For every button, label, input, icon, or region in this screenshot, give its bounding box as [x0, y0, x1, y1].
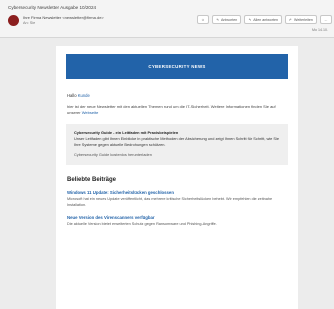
more-label: ...: [324, 17, 328, 22]
newsletter-banner[interactable]: CYBERSECURITY NEWS: [66, 54, 288, 79]
mail-header: Cybersecurity Newsletter Ausgabe 10/2024…: [0, 0, 334, 38]
greeting-name: Kunde: [77, 93, 90, 98]
article-excerpt: Microsoft hat ein neues Update veröffent…: [67, 197, 273, 207]
emoji-button[interactable]: ☺: [197, 15, 209, 24]
list-item: Neue Version des Virenscanners verfügbar…: [67, 215, 287, 227]
reply-all-icon: ↰: [248, 17, 252, 22]
forward-label: Weiterleiten: [294, 17, 313, 22]
article-excerpt: Die aktuelle Version bietet erweiterten …: [67, 222, 217, 226]
feature-download-link[interactable]: Cybersecurity Guide kostenlos herunterla…: [74, 152, 280, 158]
article-title-link[interactable]: Neue Version des Virenscanners verfügbar: [67, 215, 287, 221]
more-button[interactable]: ...: [319, 15, 332, 24]
reply-all-button[interactable]: ↰ Allen antworten: [244, 15, 282, 24]
feature-box: Cybersecurity Guide - ein Leitfaden mit …: [66, 124, 288, 166]
greeting: Hallo Kunde: [67, 93, 298, 98]
greeting-prefix: Hallo: [67, 93, 77, 98]
intro-paragraph: hier ist der neue Newsletter mit den akt…: [67, 104, 287, 116]
banner-title: CYBERSECURITY NEWS: [148, 64, 206, 69]
forward-button[interactable]: ↱ Weiterleiten: [285, 15, 317, 24]
reply-label: Antworten: [221, 17, 238, 22]
mail-toolbar: ☺ ↰ Antworten ↰ Allen antworten ↱ Weiter…: [197, 15, 332, 24]
smiley-icon: ☺: [201, 17, 205, 22]
sender-name[interactable]: Ihre Firma Newsletter <newsletter@firma.…: [23, 15, 104, 20]
reply-icon: ↰: [216, 17, 220, 22]
list-item: Windows 11 Update: Sicherheitslücken ges…: [67, 190, 287, 208]
mail-subject: Cybersecurity Newsletter Ausgabe 10/2024: [8, 5, 97, 10]
recipient: An: Sie: [23, 21, 36, 25]
reply-all-label: Allen antworten: [253, 17, 278, 22]
intro-link[interactable]: Webseite: [82, 110, 99, 115]
newsletter-body: CYBERSECURITY NEWS Hallo Kunde hier ist …: [56, 46, 298, 309]
forward-icon: ↱: [289, 17, 293, 22]
reply-button[interactable]: ↰ Antworten: [212, 15, 242, 24]
feature-body: Unser Leitfaden gibt Ihnen Einblicke in …: [74, 135, 280, 147]
avatar[interactable]: [8, 15, 19, 26]
section-title: Beliebte Beiträge: [67, 177, 117, 184]
mail-window: Cybersecurity Newsletter Ausgabe 10/2024…: [0, 0, 334, 309]
mail-date: Mo 14.10.: [312, 28, 328, 32]
article-title-link[interactable]: Windows 11 Update: Sicherheitslücken ges…: [67, 190, 287, 196]
